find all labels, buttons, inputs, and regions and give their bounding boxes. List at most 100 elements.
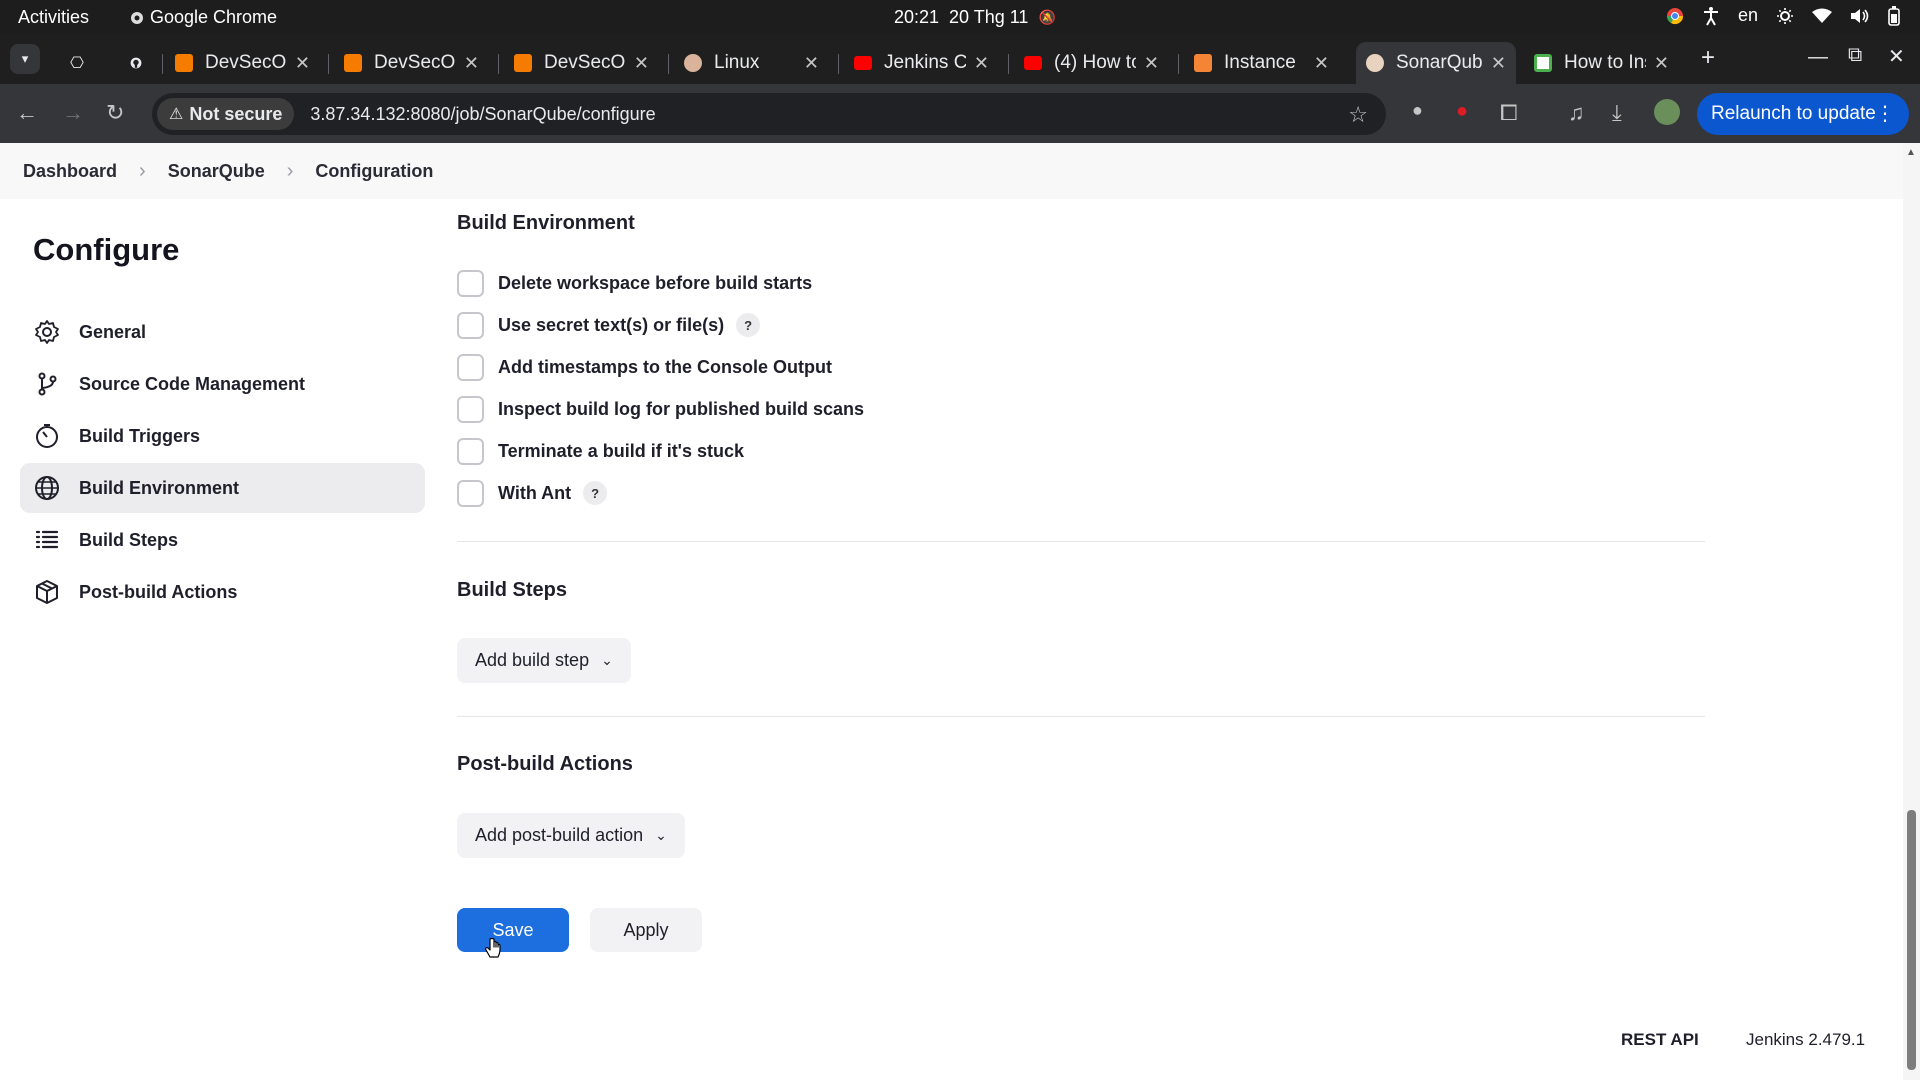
close-icon[interactable]: ✕: [1654, 53, 1669, 74]
record-icon[interactable]: ●: [1456, 100, 1468, 123]
option-timestamps[interactable]: Add timestamps to the Console Output: [457, 352, 832, 382]
tab-title: Instance: [1224, 52, 1296, 73]
system-tray[interactable]: en: [1666, 5, 1900, 26]
sidebar-item-post-build-actions[interactable]: Post-build Actions: [20, 567, 425, 617]
download-icon[interactable]: ⤓: [1612, 100, 1622, 126]
add-build-step-button[interactable]: Add build step ⌄: [457, 638, 631, 683]
site-info-button[interactable]: ⚠ Not secure: [157, 98, 295, 130]
profile-avatar[interactable]: [1654, 99, 1680, 125]
tab-devsecops-1[interactable]: DevSecOps ✕: [165, 42, 320, 84]
option-with-ant[interactable]: With Ant ?: [457, 478, 608, 508]
restore-button[interactable]: ⧉: [1848, 44, 1862, 67]
bookmark-star-icon[interactable]: ☆: [1348, 102, 1368, 128]
app-name: Google Chrome: [150, 7, 278, 27]
add-post-build-action-button[interactable]: Add post-build action ⌄: [457, 813, 685, 858]
minimize-button[interactable]: —: [1808, 46, 1828, 69]
tab-chatgpt[interactable]: ⎔: [60, 42, 92, 84]
close-icon[interactable]: ✕: [1144, 53, 1159, 74]
sidebar-item-build-environment[interactable]: Build Environment: [20, 463, 425, 513]
sidebar-item-label: Build Triggers: [79, 425, 201, 446]
close-icon[interactable]: ✕: [464, 53, 479, 74]
breadcrumb-sonarqube[interactable]: SonarQube: [168, 161, 265, 182]
option-terminate-stuck[interactable]: Terminate a build if it's stuck: [457, 436, 744, 466]
jenkins-version-link[interactable]: Jenkins 2.479.1: [1746, 1030, 1865, 1050]
relaunch-to-update-button[interactable]: Relaunch to update ⋮: [1697, 93, 1909, 135]
new-tab-button[interactable]: +: [1701, 44, 1715, 72]
activities-button[interactable]: Activities: [18, 7, 89, 28]
tab-github[interactable]: [120, 42, 152, 84]
close-icon[interactable]: ✕: [804, 53, 819, 74]
help-button[interactable]: ?: [736, 313, 761, 337]
button-label: Add post-build action: [475, 825, 644, 845]
tab-title: How to Install: [1564, 52, 1646, 73]
sidebar-item-build-triggers[interactable]: Build Triggers: [20, 411, 425, 461]
tab-how-to-install[interactable]: How to Install ✕: [1524, 42, 1679, 84]
window-close-button[interactable]: ✕: [1888, 44, 1905, 69]
reload-button[interactable]: ↻: [106, 100, 124, 126]
option-delete-workspace[interactable]: Delete workspace before build starts: [457, 268, 812, 298]
tab-sonarqube[interactable]: SonarQube ✕: [1356, 42, 1516, 84]
git-branch-icon: [34, 371, 60, 397]
app-menu[interactable]: Google Chrome: [130, 7, 277, 28]
tab-devsecops-2[interactable]: DevSecOps ✕: [334, 42, 489, 84]
youtube-icon: [854, 56, 872, 70]
save-button[interactable]: Save: [457, 908, 569, 952]
close-icon[interactable]: ✕: [974, 53, 989, 74]
checkbox[interactable]: [457, 311, 484, 339]
tab-search-button[interactable]: ▾: [10, 44, 40, 74]
sidebar-item-label: Build Environment: [79, 477, 240, 498]
tab-youtube-howto[interactable]: (4) How to ✕: [1014, 42, 1169, 84]
option-label: Delete workspace before build starts: [498, 272, 813, 293]
notifications-muted-icon: 🔕: [1038, 9, 1056, 25]
option-inspect-build-log[interactable]: Inspect build log for published build sc…: [457, 394, 864, 424]
blogger-icon: [344, 54, 362, 72]
scroll-up-icon[interactable]: ▲: [1906, 147, 1916, 158]
breadcrumb-configuration[interactable]: Configuration: [315, 161, 433, 182]
media-control-icon[interactable]: ♫: [1568, 100, 1585, 126]
tab-youtube-jenkins[interactable]: Jenkins CI/CD ✕: [844, 42, 999, 84]
rest-api-link[interactable]: REST API: [1621, 1030, 1699, 1050]
checkbox[interactable]: [457, 269, 484, 297]
checkbox[interactable]: [457, 437, 484, 465]
more-vert-icon[interactable]: ⋮: [1875, 101, 1895, 126]
tab-aws-instance[interactable]: Instance ✕: [1184, 42, 1339, 84]
checkbox[interactable]: [457, 479, 484, 507]
tab-title: Jenkins CI/CD: [884, 52, 966, 73]
forward-button[interactable]: →: [62, 100, 84, 126]
blogger-icon: [514, 54, 532, 72]
sidebar-item-build-steps[interactable]: Build Steps: [20, 515, 425, 565]
url-text[interactable]: 3.87.34.132:8080/job/SonarQube/configure: [310, 104, 655, 125]
checkbox[interactable]: [457, 395, 484, 423]
scrollbar-thumb[interactable]: [1907, 810, 1916, 1070]
apply-button[interactable]: Apply: [590, 908, 702, 952]
tab-devsecops-3[interactable]: DevSecOps ✕: [504, 42, 659, 84]
address-bar[interactable]: ⚠ Not secure 3.87.34.132:8080/job/SonarQ…: [152, 93, 1386, 135]
close-icon[interactable]: ✕: [1491, 53, 1506, 74]
tab-linux[interactable]: Linux ✕: [674, 42, 829, 84]
sidebar-item-general[interactable]: General: [20, 307, 425, 357]
chevron-right-icon: ›: [139, 159, 146, 182]
extension-grey-icon[interactable]: ●: [1412, 100, 1423, 121]
close-icon[interactable]: ✕: [295, 53, 310, 74]
sidebar-item-source-code-management[interactable]: Source Code Management: [20, 359, 425, 409]
tab-title: DevSecOps: [374, 52, 456, 73]
page-scrollbar[interactable]: ▲: [1903, 143, 1920, 1080]
sidebar-item-label: Source Code Management: [79, 373, 306, 394]
tab-separator: [1178, 54, 1179, 74]
close-icon[interactable]: ✕: [634, 53, 649, 74]
globe-icon: [34, 475, 60, 501]
tab-strip: ▾ ⎔ DevSecOps ✕ DevSecOps ✕ DevSecOps ✕ …: [0, 34, 1920, 84]
clock[interactable]: 20:21 20 Thg 11 🔕: [894, 7, 1056, 28]
breadcrumb-dashboard[interactable]: Dashboard: [23, 161, 117, 182]
warning-icon: ⚠: [169, 106, 184, 123]
minimize-icon: —: [1808, 46, 1828, 68]
back-button[interactable]: ←: [16, 100, 38, 126]
checkbox[interactable]: [457, 353, 484, 381]
page-title: Configure: [33, 232, 180, 267]
arrow-right-icon: →: [62, 100, 84, 125]
close-icon[interactable]: ✕: [1314, 53, 1329, 74]
option-secret-text[interactable]: Use secret text(s) or file(s) ?: [457, 310, 761, 340]
gear-icon: [34, 319, 60, 345]
help-button[interactable]: ?: [583, 481, 608, 505]
extensions-puzzle-icon[interactable]: ⧠: [1500, 100, 1518, 126]
